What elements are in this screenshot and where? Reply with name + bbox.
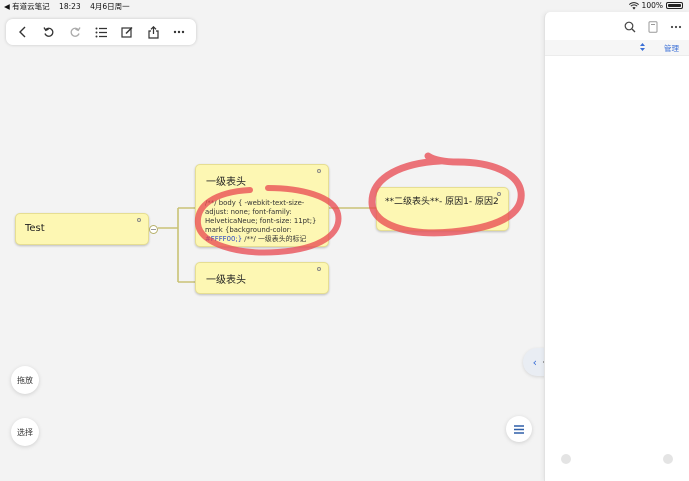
more-icon[interactable] <box>670 25 682 29</box>
menu-button[interactable] <box>506 416 532 442</box>
sort-icon[interactable] <box>639 42 646 52</box>
search-icon[interactable] <box>624 21 636 33</box>
prev-page-button[interactable] <box>561 454 571 464</box>
node-note-icon <box>317 169 321 173</box>
chevron-left-icon: ‹ <box>532 355 537 369</box>
child-node-2-text: 一级表头 <box>206 275 246 286</box>
collapse-toggle[interactable] <box>149 225 158 234</box>
node-note-icon <box>137 218 141 222</box>
menu-icon <box>514 424 524 434</box>
node-note-text: /**/ body { -webkit-text-size- adjust: n… <box>205 199 317 243</box>
manage-button[interactable]: 管理 <box>664 43 679 54</box>
drag-button[interactable]: 拖放 <box>11 366 39 394</box>
back-to-app-link[interactable]: ◀ 有道云笔记 <box>4 2 50 11</box>
wifi-icon <box>628 1 639 9</box>
battery-percent: 100% <box>641 1 663 10</box>
battery-icon <box>666 2 683 9</box>
root-node[interactable]: Test <box>15 213 149 245</box>
grandchild-node-text: **二级表头**- 原因1- 原因2 <box>385 197 499 207</box>
child-node-2[interactable]: 一级表头 <box>195 262 329 294</box>
node-note-icon <box>317 267 321 271</box>
root-node-text: Test <box>25 223 45 234</box>
status-bar: ◀ 有道云笔记 18:23 4月6日周一 100% <box>0 0 689 12</box>
notebook-icon[interactable] <box>648 21 658 33</box>
child-node-1-text: 一级表头 <box>206 177 246 188</box>
child-node-1[interactable]: 一级表头 /**/ body { -webkit-text-size- adju… <box>195 164 329 247</box>
panel-header <box>545 12 689 42</box>
status-date: 4月6日周一 <box>90 2 130 11</box>
mindmap-canvas[interactable]: Test 一级表头 /**/ body { -webkit-text-size-… <box>0 12 565 481</box>
node-note-icon <box>497 192 501 196</box>
select-button[interactable]: 选择 <box>11 418 39 446</box>
next-page-button[interactable] <box>663 454 673 464</box>
notes-side-panel: 管理 <box>544 12 689 481</box>
status-time: 18:23 <box>59 2 81 11</box>
grandchild-node[interactable]: **二级表头**- 原因1- 原因2 <box>376 187 509 231</box>
